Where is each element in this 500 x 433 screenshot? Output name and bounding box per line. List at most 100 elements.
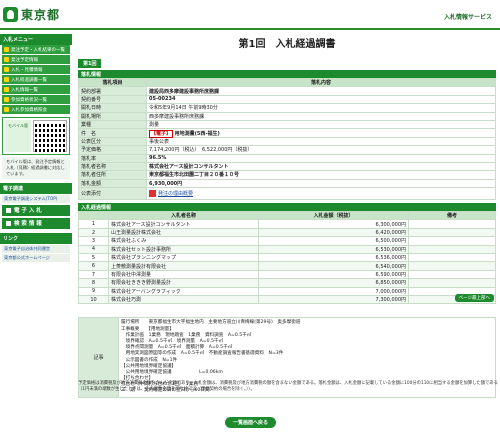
mobile-label: モバイル版 bbox=[5, 120, 31, 152]
table-row: 落札率 96.5% bbox=[78, 153, 496, 163]
table-row: 9 株式会社アーバングラフィック 7,000,000円 bbox=[78, 286, 496, 297]
tab-round-1[interactable]: 第1回 bbox=[78, 59, 102, 68]
bidder-amount: 6,540,000円 bbox=[258, 261, 409, 271]
mobile-box[interactable]: モバイル版 bbox=[2, 117, 70, 155]
bidder-name: 株式会社巧測 bbox=[108, 294, 259, 305]
bullet-icon bbox=[4, 107, 9, 112]
col-content: 落札内容 bbox=[146, 77, 496, 88]
sidebar-item-qualification[interactable]: 参加資格状況一覧 bbox=[2, 95, 70, 105]
square-icon bbox=[6, 207, 11, 213]
bidder-remarks bbox=[408, 269, 496, 280]
tokyo-emblem-icon bbox=[3, 7, 18, 22]
bidder-name: 株式会社プランニングマップ bbox=[108, 253, 259, 263]
table-row: 契約番号 05-00234 bbox=[78, 94, 496, 105]
link-e-procurement-top[interactable]: 東京電子調達システム(TOP) bbox=[2, 194, 70, 203]
bidder-amount: 6,850,000円 bbox=[258, 278, 409, 288]
back-to-list-button[interactable]: 一覧画面へ戻る bbox=[225, 417, 277, 428]
link-tokyo-official[interactable]: 東京都公式ホームページ bbox=[2, 253, 70, 262]
col-amount: 入札金額（税抜） bbox=[258, 211, 409, 221]
table-row: 6 上菱敷測量設計有限会社 6,540,000円 bbox=[78, 261, 496, 271]
square-icon bbox=[6, 220, 11, 226]
bidder-amount: 6,420,000円 bbox=[258, 227, 409, 238]
sidebar-section-links: リンク bbox=[0, 232, 72, 244]
bullet-icon bbox=[4, 47, 9, 52]
bid-info-table: 落札項目 落札内容 契約部署 建設局西多摩建設事務所庶務課 契約番号 05-0023… bbox=[78, 77, 496, 201]
site-header: 東京都 入札情報サービス bbox=[0, 0, 500, 30]
bidder-remarks bbox=[408, 261, 496, 271]
bidder-no: 4 bbox=[78, 244, 109, 255]
electronic-badge: 【電子】 bbox=[149, 129, 174, 138]
sidebar-item-bid-info[interactable]: 入札・見積情報 bbox=[2, 65, 70, 75]
bidder-no: 2 bbox=[78, 227, 109, 238]
logo-text: 東京都 bbox=[21, 8, 61, 22]
bullet-icon bbox=[4, 67, 9, 72]
sidebar-item-list[interactable]: 発注予定・入札結果の一覧 bbox=[2, 45, 70, 55]
service-title: 入札情報サービス bbox=[443, 14, 492, 21]
mobile-note: モバイル版は、発注予定情報と入札（見積）経過調書に対応しています。 bbox=[2, 157, 70, 179]
bullet-icon bbox=[4, 87, 9, 92]
bullet-icon bbox=[4, 77, 9, 82]
table-row: 開札場所 西多摩建設事務所庶務課 bbox=[78, 111, 496, 121]
table-row: 落札者名称 株式会社アース設計コンサルタント bbox=[78, 161, 496, 172]
bullet-icon bbox=[4, 57, 9, 62]
bidder-name: 山王測量設計株式会社 bbox=[108, 227, 259, 238]
bid-info-header: 落札情報 bbox=[78, 70, 496, 78]
table-row: 開札日時 令和5年9月14日 午前9時30分 bbox=[78, 103, 496, 113]
page-top-button[interactable]: ページ最上部へ bbox=[454, 294, 494, 302]
table-row: 契約部署 建設局西多摩建設事務所庶務課 bbox=[78, 86, 496, 96]
bidder-remarks bbox=[408, 244, 496, 255]
bidder-name: 株式会社アーバングラフィック bbox=[108, 286, 259, 297]
bidder-name: 株式会社セット設計事務所 bbox=[108, 244, 259, 255]
sidebar: 入札メニュー 発注予定・入札結果の一覧 発注予定情報 入札・見積情報 入札経過調… bbox=[0, 32, 72, 433]
bidder-no: 9 bbox=[78, 286, 109, 297]
table-row: 件 名【電子】 用地測量(5西-福生) bbox=[78, 128, 496, 138]
bidder-no: 3 bbox=[78, 236, 109, 246]
page-title: 第1回 入札経過調書 bbox=[238, 39, 336, 50]
qr-code bbox=[33, 120, 67, 152]
col-remarks: 備考 bbox=[408, 211, 496, 221]
bullet-icon bbox=[4, 97, 9, 102]
bidder-remarks bbox=[408, 253, 496, 263]
project-name: 用地測量(5西-福生) bbox=[174, 130, 220, 137]
sidebar-section-menu: 入札メニュー bbox=[0, 34, 72, 45]
pdf-icon bbox=[149, 190, 156, 198]
bidder-no: 7 bbox=[78, 269, 109, 280]
sidebar-item-inquiry[interactable]: 入札参加資格照会 bbox=[2, 105, 70, 115]
e-bidding-button[interactable]: 電 子 入 札 bbox=[2, 204, 70, 216]
bidder-remarks bbox=[408, 219, 496, 229]
bidder-name: 株式会社ふくみ bbox=[108, 236, 259, 246]
bidder-amount: 6,500,000円 bbox=[258, 236, 409, 246]
footer-note: 予定価格は消費税及び地方消費税の額を含んだ金額であり、入札金額は、消費税及び地方… bbox=[78, 381, 498, 393]
table-row: 落札金額 6,930,000円 bbox=[78, 178, 496, 189]
table-row: 5 株式会社プランニングマップ 6,536,000円 bbox=[78, 253, 496, 263]
attachment-link[interactable]: 発注の理由概要 bbox=[158, 191, 193, 197]
col-item: 落札項目 bbox=[78, 77, 147, 88]
table-row: 公表添付 発注の理由概要 bbox=[78, 187, 496, 201]
bidder-no: 6 bbox=[78, 261, 109, 271]
bidder-no: 8 bbox=[78, 278, 109, 288]
bidder-amount: 6,300,000円 bbox=[258, 219, 409, 229]
bidder-amount: 7,300,000円 bbox=[258, 294, 409, 305]
main-content: 第1回 入札経過調書 第1回 落札情報 落札項目 落札内容 契約部署 建設局西多摩… bbox=[78, 32, 496, 433]
bidder-amount: 6,590,000円 bbox=[258, 269, 409, 280]
link-joint-operation[interactable]: 東京電子自治体共同運営 bbox=[2, 244, 70, 253]
bidder-name: 有限会社ききき野測量設計 bbox=[108, 278, 259, 288]
sidebar-item-plan[interactable]: 発注予定情報 bbox=[2, 55, 70, 65]
history-header: 入札経過情報 bbox=[78, 203, 496, 212]
qr-code-icon bbox=[35, 122, 65, 152]
bidder-name: 上菱敷測量設計有限会社 bbox=[108, 261, 259, 271]
sidebar-item-history[interactable]: 入札経過調書一覧 bbox=[2, 75, 70, 85]
table-row: 8 有限会社ききき野測量設計 6,850,000円 bbox=[78, 278, 496, 288]
bidder-amount: 6,530,000円 bbox=[258, 244, 409, 255]
col-no bbox=[78, 211, 109, 221]
bidder-amount: 7,000,000円 bbox=[258, 286, 409, 297]
tokyo-logo[interactable]: 東京都 bbox=[3, 6, 60, 23]
bidders-table: 入札者名称 入札金額（税抜） 備考 1 株式会社アース設計コンサルタント 6,300… bbox=[78, 211, 496, 305]
bidder-name: 有限会社中澤測量 bbox=[108, 269, 259, 280]
table-row: 10 株式会社巧測 7,300,000円 bbox=[78, 294, 496, 305]
table-row: 落札者住所 東京都福生市北田園二丁目２０番１０号 bbox=[78, 170, 496, 180]
table-row: 1 株式会社アース設計コンサルタント 6,300,000円 bbox=[78, 219, 496, 229]
search-info-button[interactable]: 検 索 情 報 bbox=[2, 217, 70, 229]
sidebar-item-info-list[interactable]: 入札情報一覧 bbox=[2, 85, 70, 95]
bidder-amount: 6,536,000円 bbox=[258, 253, 409, 263]
